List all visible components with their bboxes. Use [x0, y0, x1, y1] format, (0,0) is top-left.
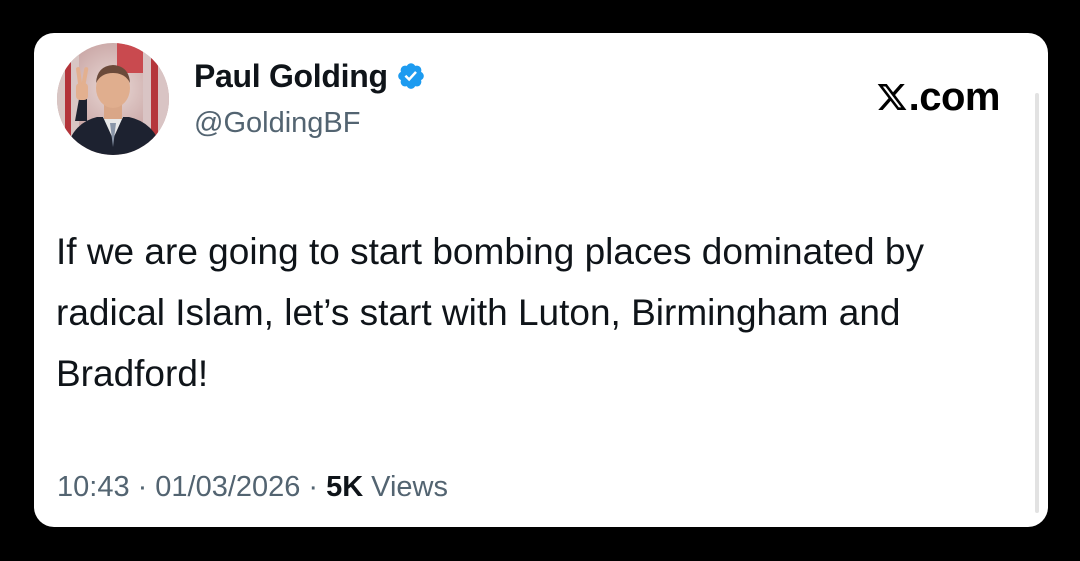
avatar-image	[57, 43, 169, 155]
author-row: Paul Golding	[194, 55, 426, 97]
meta-separator: ·	[308, 471, 319, 503]
author-handle[interactable]: @GoldingBF	[194, 107, 360, 140]
meta-separator: ·	[137, 471, 148, 503]
tweet-time[interactable]: 10:43	[57, 471, 130, 504]
tweet-meta: 10:43 · 01/03/2026 · 5K Views	[57, 471, 448, 504]
scrollbar[interactable]	[1035, 93, 1039, 513]
views-count[interactable]: 5K	[326, 471, 363, 504]
brand-text: .com	[908, 74, 1001, 119]
verified-badge-icon	[396, 61, 426, 91]
tweet-date[interactable]: 01/03/2026	[155, 471, 300, 504]
tweet-card: Paul Golding @GoldingBF .com If we are g…	[34, 33, 1048, 527]
profile-avatar[interactable]	[57, 43, 169, 155]
author-name[interactable]: Paul Golding	[194, 58, 388, 95]
brand-logo: .com	[876, 74, 1001, 119]
views-label: Views	[371, 471, 448, 503]
tweet-text: If we are going to start bombing places …	[56, 231, 924, 394]
x-logo-icon	[876, 81, 908, 113]
